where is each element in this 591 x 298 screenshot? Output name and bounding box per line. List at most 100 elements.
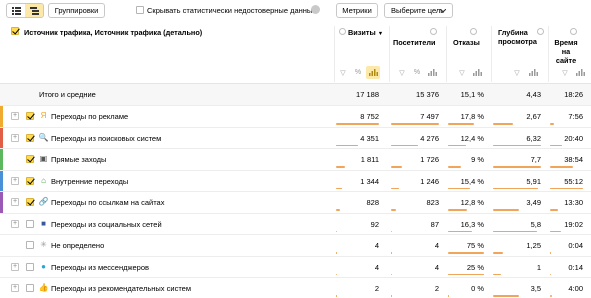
- depth-column-title[interactable]: Глубина просмотра: [498, 28, 537, 46]
- visits-bar: [336, 295, 337, 297]
- bar-chart-icon: [427, 69, 437, 76]
- depth-title-line: просмотра: [498, 37, 537, 46]
- visits-cell: 828: [366, 198, 379, 207]
- visits-bar: [336, 123, 379, 125]
- depth-chart-icon[interactable]: [526, 66, 540, 79]
- visits-percent-icon[interactable]: %: [351, 66, 365, 79]
- row-checkbox[interactable]: [26, 284, 34, 292]
- visitors-percent-icon[interactable]: %: [410, 66, 424, 79]
- bounces-column-title[interactable]: Отказы: [453, 38, 480, 47]
- goal-select[interactable]: Выберите цель: [384, 3, 453, 18]
- bounces-chart-icon[interactable]: [470, 66, 484, 79]
- tree-view-button[interactable]: [25, 4, 43, 17]
- visits-column-title[interactable]: Визиты ▼: [348, 28, 383, 39]
- list-view-button[interactable]: [7, 4, 25, 17]
- table-row[interactable]: + 🔍 Переходы из поисковых систем 4 351 4 276…: [0, 127, 591, 149]
- visitors-bar: [391, 144, 419, 146]
- time-info-icon[interactable]: [570, 28, 577, 35]
- row-checkbox[interactable]: [26, 112, 34, 120]
- groupings-button[interactable]: Группировки: [48, 3, 105, 18]
- undefined-source-icon: ✳: [40, 240, 47, 249]
- search-engine-icon: 🔍: [38, 132, 49, 142]
- depth-filter-icon[interactable]: ▽: [510, 66, 524, 79]
- table-row[interactable]: + ⌂ Внутренние переходы 1 344 1 246 15,4 % 5,9…: [0, 170, 591, 192]
- totals-visitors: 15 376: [416, 90, 439, 99]
- bounces-filter-icon[interactable]: ▽: [455, 66, 469, 79]
- bounces-bar: [448, 187, 471, 189]
- table-row[interactable]: + ● Переходы из мессенджеров 4 4 25 % 1 0:14: [0, 257, 591, 278]
- depth-cell: 7,7: [530, 155, 541, 164]
- bounces-info-icon[interactable]: [470, 28, 477, 35]
- expand-row-icon[interactable]: +: [11, 198, 19, 206]
- row-checkbox[interactable]: [26, 262, 34, 271]
- time-bar: [550, 123, 555, 125]
- totals-label: Итого и средние: [39, 90, 96, 99]
- row-label[interactable]: Переходы из мессенджеров: [51, 263, 149, 272]
- hide-unreliable-checkbox[interactable]: [136, 6, 144, 14]
- visitors-bar: [391, 123, 439, 125]
- home-icon: ⌂: [41, 175, 46, 185]
- visits-cell: 4 351: [360, 133, 379, 143]
- visitors-column-title[interactable]: Посетители: [393, 38, 435, 47]
- recommendation-icon: 👍: [38, 283, 49, 292]
- dimension-column-title[interactable]: Источник трафика, Источник трафика (дета…: [24, 28, 202, 37]
- visits-info-icon[interactable]: [339, 28, 346, 35]
- row-checkbox[interactable]: [26, 198, 34, 206]
- time-bar: [550, 166, 574, 168]
- row-label[interactable]: Переходы из социальных сетей: [51, 220, 162, 229]
- visits-filter-icon[interactable]: ▽: [336, 66, 350, 79]
- row-checkbox[interactable]: [26, 155, 34, 163]
- table-row[interactable]: + 🔗 Переходы по ссылкам на сайтах 828 823 12,…: [0, 192, 591, 214]
- row-checkbox[interactable]: [26, 133, 34, 142]
- expand-row-icon[interactable]: +: [11, 176, 19, 185]
- series-color-stripe: [0, 149, 3, 170]
- table-row[interactable]: ✳ Не определено 4 4 75 % 1,25 0:04: [0, 235, 591, 257]
- time-title-line: Время: [554, 38, 578, 47]
- goal-select-label: Выберите цель: [391, 6, 445, 15]
- time-filter-icon[interactable]: ▽: [558, 66, 572, 79]
- visitors-bar: [391, 230, 392, 232]
- table-row[interactable]: + Я Переходы по рекламе 8 752 7 497 17,8 % 2,6…: [0, 106, 591, 128]
- expand-row-icon[interactable]: +: [11, 284, 19, 292]
- row-label[interactable]: Прямые заходы: [51, 155, 106, 164]
- depth-bar: [493, 187, 538, 189]
- visitors-filter-icon[interactable]: ▽: [395, 66, 409, 79]
- bounces-cell: 0 %: [471, 284, 484, 293]
- select-all-checkbox[interactable]: [11, 27, 19, 35]
- row-checkbox[interactable]: [26, 241, 34, 249]
- row-label[interactable]: Внутренние переходы: [51, 177, 128, 186]
- row-label[interactable]: Переходы из поисковых систем: [51, 134, 161, 143]
- sort-desc-icon: ▼: [377, 31, 384, 37]
- expand-row-icon[interactable]: +: [11, 262, 19, 271]
- series-color-stripe: [0, 170, 3, 191]
- bounces-bar: [448, 252, 484, 254]
- time-bar: [550, 209, 558, 211]
- depth-info-icon[interactable]: [537, 28, 544, 35]
- column-divider: [491, 26, 492, 82]
- row-label[interactable]: Не определено: [51, 241, 104, 250]
- visits-chart-icon[interactable]: [366, 66, 380, 79]
- row-label[interactable]: Переходы по ссылкам на сайтах: [51, 198, 164, 207]
- expand-row-icon[interactable]: +: [11, 112, 19, 120]
- visits-bar: [336, 209, 340, 211]
- visitors-chart-icon[interactable]: [425, 66, 439, 79]
- time-chart-icon[interactable]: [573, 66, 587, 79]
- table-row[interactable]: + ■ Переходы из социальных сетей 92 87 16,3 %…: [0, 214, 591, 235]
- depth-cell: 3,49: [526, 198, 541, 207]
- row-checkbox[interactable]: [26, 176, 34, 185]
- time-column-title[interactable]: Время на сайте: [553, 38, 579, 65]
- bar-chart-icon: [472, 69, 482, 76]
- metrics-button[interactable]: Метрики: [336, 3, 378, 18]
- time-bar: [550, 252, 551, 254]
- expand-row-icon[interactable]: +: [11, 133, 19, 142]
- visitors-info-icon[interactable]: [430, 28, 437, 35]
- row-checkbox[interactable]: [26, 219, 34, 228]
- visitors-cell: 87: [430, 219, 439, 229]
- row-label[interactable]: Переходы из рекомендательных систем: [51, 284, 191, 293]
- settings-gear-icon[interactable]: [311, 5, 320, 14]
- row-label[interactable]: Переходы по рекламе: [51, 112, 128, 121]
- table-row[interactable]: + 👍 Переходы из рекомендательных систем 2 2 0…: [0, 278, 591, 298]
- table-row[interactable]: ▣ Прямые заходы 1 811 1 726 9 % 7,7 38:54: [0, 149, 591, 171]
- bounces-cell: 12,4 %: [460, 133, 484, 143]
- expand-row-icon[interactable]: +: [11, 219, 19, 228]
